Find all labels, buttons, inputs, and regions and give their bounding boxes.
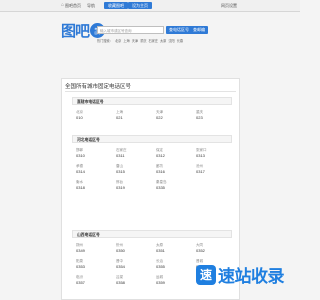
area-code: 0314 — [76, 169, 85, 174]
area-code-section: 山西电话区号 朔州 0349 忻州 0350 太原 0351 大同 0352 阳泉 0353 晋中 03… — [72, 230, 232, 285]
area-code: 0352 — [196, 248, 205, 253]
hot-search-link[interactable]: 长春 — [177, 39, 183, 43]
area-code: 010 — [76, 115, 83, 120]
area-code: 0310 — [76, 153, 85, 158]
watermark-icon: 速 — [196, 264, 216, 285]
area-code: 0315 — [116, 169, 125, 174]
hot-search-link[interactable]: 天津 — [132, 39, 138, 43]
city-code-cell[interactable]: 保定 0312 — [156, 148, 196, 158]
city-code-cell[interactable]: 衡水 0318 — [76, 180, 116, 190]
city-code-cell[interactable]: 沧州 0317 — [196, 164, 236, 174]
city-code-cell[interactable]: 天津 022 — [156, 110, 196, 120]
add-favorite-button[interactable]: 收藏图吧 — [104, 2, 128, 9]
city-code-cell[interactable]: 晋中 0354 — [116, 259, 156, 269]
area-code: 0353 — [76, 264, 85, 269]
settings-link[interactable]: 网页设置 — [221, 0, 237, 11]
area-code: 0335 — [156, 185, 165, 190]
home-link-label: 图吧首页 — [65, 3, 82, 8]
home-link[interactable]: ⌂ 图吧首页 — [61, 0, 81, 11]
watermark-text: 速站收录 — [218, 267, 285, 286]
hot-search-link[interactable]: 沈阳 — [168, 39, 174, 43]
city-code-cell[interactable]: 承德 0314 — [76, 164, 116, 174]
area-code: 0355 — [156, 264, 165, 269]
section-title: 河北电话区号 — [72, 135, 232, 143]
city-code-cell[interactable]: 邢台 0319 — [116, 180, 156, 190]
page-title: 全国所有城市固定电话区号 — [65, 84, 132, 90]
area-code: 0357 — [76, 280, 85, 285]
city-code-cell[interactable]: 运城 0359 — [156, 275, 196, 285]
top-bar: ⌂ 图吧首页 导航 收藏图吧 设为主页 网页设置 — [0, 0, 300, 12]
area-code: 0311 — [116, 153, 125, 158]
hot-search-label: 热门搜索： — [97, 39, 113, 43]
section-title: 直辖市电话区号 — [72, 97, 232, 105]
hot-search-links: 热门搜索： 北京 上海 天津 重庆 石家庄 太原 沈阳 长春 — [97, 38, 185, 43]
area-code: 0316 — [156, 169, 165, 174]
hot-search-link[interactable]: 北京 — [115, 39, 121, 43]
area-code: 0359 — [156, 280, 165, 285]
nav-link[interactable]: 导航 — [87, 0, 95, 11]
city-code-cell[interactable]: 邯郸 0310 — [76, 148, 116, 158]
search-postcode-button[interactable]: 查邮编 — [190, 26, 208, 34]
city-code-cell[interactable]: 太原 0351 — [156, 243, 196, 253]
watermark: 速 速站收录 — [196, 262, 285, 287]
city-code-cell[interactable]: 大同 0352 — [196, 243, 236, 253]
title-divider — [65, 91, 236, 92]
city-code-cell[interactable]: 忻州 0350 — [116, 243, 156, 253]
area-code: 023 — [196, 115, 203, 120]
section-title: 山西电话区号 — [72, 230, 232, 238]
city-code-cell[interactable]: 阳泉 0353 — [76, 259, 116, 269]
area-code: 022 — [156, 115, 163, 120]
city-code-cell[interactable]: 廊坊 0316 — [156, 164, 196, 174]
hot-search-link[interactable]: 上海 — [123, 39, 129, 43]
city-code-cell[interactable]: 张家口 0313 — [196, 148, 236, 158]
search-area-code-button[interactable]: 查电话区号 — [166, 26, 192, 34]
search-input[interactable]: 输入城市或区号查询 — [97, 26, 164, 34]
city-code-cell[interactable]: 北京 010 — [76, 110, 116, 120]
city-code-cell[interactable]: 秦皇岛 0335 — [156, 180, 196, 190]
hot-search-link[interactable]: 石家庄 — [148, 39, 158, 43]
area-code: 0312 — [156, 153, 165, 158]
city-code-cell[interactable]: 临汾 0357 — [76, 275, 116, 285]
city-code-cell[interactable]: 唐山 0315 — [116, 164, 156, 174]
city-code-cell[interactable]: 石家庄 0311 — [116, 148, 156, 158]
area-code: 0351 — [156, 248, 165, 253]
city-code-cell[interactable]: 长治 0355 — [156, 259, 196, 269]
hot-search-link[interactable]: 重庆 — [140, 39, 146, 43]
header: 图吧 电话 区号 输入城市或区号查询 查电话区号 查邮编 热门搜索：北京上海天津… — [0, 12, 300, 52]
hot-search-link[interactable]: 太原 — [160, 39, 166, 43]
city-code-cell[interactable]: 重庆 023 — [196, 110, 236, 120]
home-icon: ⌂ — [61, 2, 65, 8]
area-code: 0358 — [116, 280, 125, 285]
area-code: 0318 — [76, 185, 85, 190]
city-code-cell[interactable]: 上海 021 — [116, 110, 156, 120]
area-code: 0319 — [116, 185, 125, 190]
area-code: 0350 — [116, 248, 125, 253]
city-code-cell[interactable]: 朔州 0349 — [76, 243, 116, 253]
area-code: 021 — [116, 115, 123, 120]
area-code-section: 直辖市电话区号 北京 010 上海 021 天津 022 重庆 023 — [72, 97, 232, 120]
area-code: 0313 — [196, 153, 205, 158]
area-code: 0349 — [76, 248, 85, 253]
area-code: 0354 — [116, 264, 125, 269]
set-homepage-button[interactable]: 设为主页 — [128, 2, 152, 9]
city-code-cell[interactable]: 吕梁 0358 — [116, 275, 156, 285]
logo-text: 图吧 — [61, 23, 90, 40]
area-code: 0317 — [196, 169, 205, 174]
area-code-section: 河北电话区号 邯郸 0310 石家庄 0311 保定 0312 张家口 0313 承德 0314 唐山… — [72, 135, 232, 190]
